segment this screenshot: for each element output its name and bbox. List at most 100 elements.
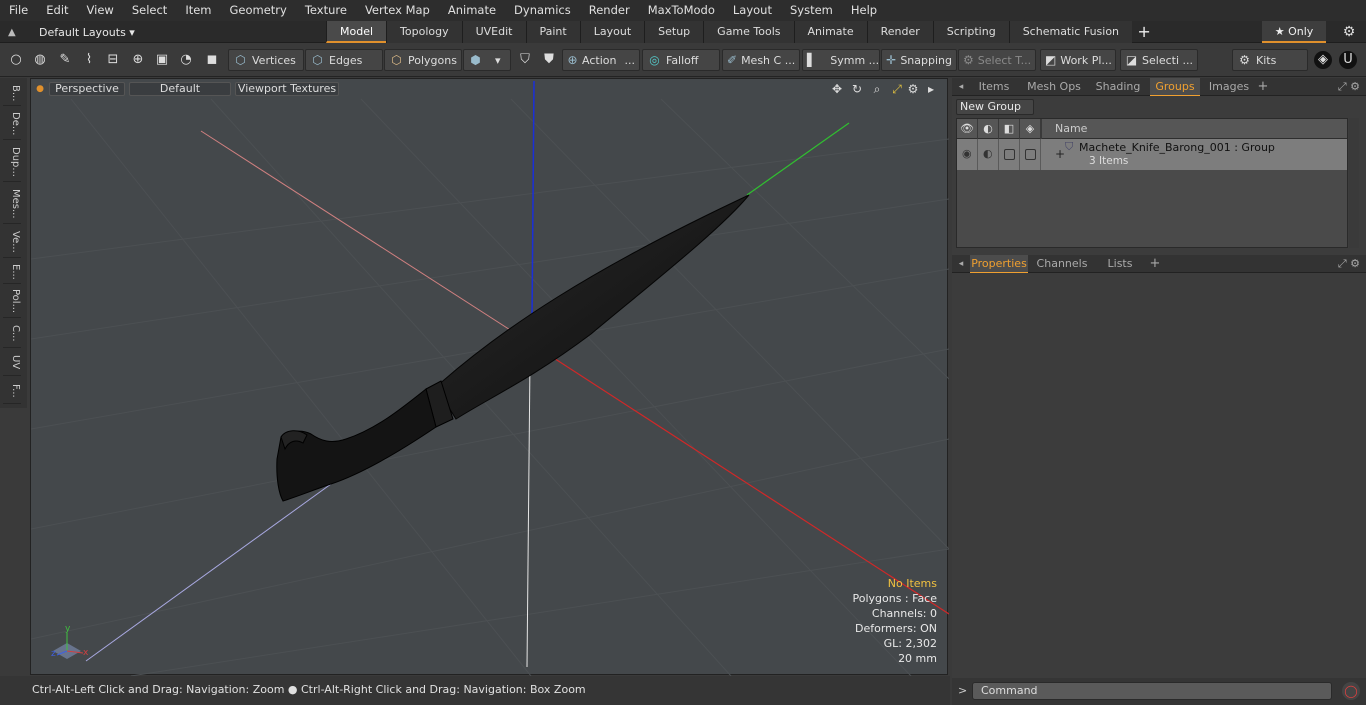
action-button[interactable]: ⊕ Action... [562, 49, 640, 71]
shield-check-icon[interactable]: ⛊ [540, 51, 558, 69]
machete-knife-model[interactable] [276, 194, 750, 502]
menu-animate[interactable]: Animate [439, 0, 505, 21]
panel-menu-icon[interactable]: ◂ [954, 78, 968, 96]
menu-maxtomodo[interactable]: MaxToModo [639, 0, 724, 21]
command-input[interactable]: Command [972, 682, 1332, 700]
cube-icon[interactable]: ◼ [203, 51, 221, 69]
left-tab-vertex[interactable]: Ve... [3, 226, 21, 258]
select-through-button[interactable]: ⚙ Select T... [958, 49, 1036, 71]
menu-vertex-map[interactable]: Vertex Map [356, 0, 439, 21]
lock-icon[interactable]: ◧ [999, 119, 1020, 139]
expand-row-icon[interactable]: + [1055, 147, 1065, 161]
tab-uvedit[interactable]: UVEdit [461, 21, 526, 43]
select-cube-icon[interactable]: ◈ [1020, 119, 1041, 139]
tab-render[interactable]: Render [866, 21, 933, 43]
tab-paint[interactable]: Paint [525, 21, 580, 43]
menu-render[interactable]: Render [580, 0, 639, 21]
shading-mode-button[interactable]: Default [129, 82, 231, 96]
menu-item[interactable]: Item [176, 0, 220, 21]
left-tab-uv[interactable]: UV [3, 350, 21, 376]
perspective-view-button[interactable]: Perspective [49, 82, 125, 96]
menu-help[interactable]: Help [842, 0, 886, 21]
knife-blade[interactable] [435, 194, 750, 420]
record-icon[interactable]: ◯ [1342, 682, 1360, 700]
tab-game-tools[interactable]: Game Tools [703, 21, 794, 43]
add-panel-tab-button[interactable]: + [1256, 78, 1270, 96]
move-icon[interactable]: ✥ [829, 81, 845, 97]
row-select-checkbox[interactable] [1020, 139, 1041, 170]
circle-select-icon[interactable]: ○ [7, 51, 25, 69]
menu-texture[interactable]: Texture [296, 0, 356, 21]
menu-geometry[interactable]: Geometry [221, 0, 296, 21]
pen-icon[interactable]: ✎ [56, 51, 74, 69]
menu-dynamics[interactable]: Dynamics [505, 0, 580, 21]
square-icon[interactable]: ▣ [153, 51, 171, 69]
menu-view[interactable]: View [78, 0, 123, 21]
maximize-icon[interactable]: ⤢ [889, 81, 905, 97]
tab-shading[interactable]: Shading [1090, 78, 1146, 96]
zoom-icon[interactable]: ⌕ [869, 81, 885, 97]
edges-button[interactable]: ⬡ Edges [305, 49, 383, 71]
viewport-textures-button[interactable]: Viewport Textures [235, 82, 339, 96]
viewport-gear-icon[interactable]: ⚙ [905, 81, 921, 97]
material-dropdown[interactable]: ⬢ ▾ [463, 49, 511, 71]
panel-expand-icon[interactable]: ⤢ ⚙ [1338, 78, 1360, 96]
groups-scrollbar[interactable] [1349, 118, 1359, 248]
left-tab-polygon[interactable]: Pol... [3, 286, 21, 318]
row-eye-toggle[interactable]: ◉ [957, 139, 978, 170]
align-icon[interactable]: ⊟ [104, 51, 122, 69]
unity-icon[interactable]: ◈ [1314, 51, 1332, 69]
dial-icon[interactable]: ◔ [177, 51, 195, 69]
bottom-panel-expand-icon[interactable]: ⤢ ⚙ [1338, 255, 1360, 273]
shield-icon[interactable]: ⛉ [516, 51, 534, 69]
menu-system[interactable]: System [781, 0, 842, 21]
row-lock-checkbox[interactable] [999, 139, 1020, 170]
tab-topology[interactable]: Topology [386, 21, 462, 43]
brush-icon[interactable]: ⌇ [80, 51, 98, 69]
menu-select[interactable]: Select [123, 0, 176, 21]
group-row[interactable]: ◉ ◐ + ⛉ Machete_Knife_Barong_001 : Group… [957, 139, 1347, 170]
snapping-button[interactable]: ✛ Snapping [881, 49, 957, 71]
tab-animate[interactable]: Animate [793, 21, 867, 43]
polygons-button[interactable]: ⬡ Polygons [384, 49, 462, 71]
tab-properties[interactable]: Properties [970, 255, 1028, 273]
left-tab-mesh-edit[interactable]: Mes... [3, 184, 21, 224]
left-tab-duplicate[interactable]: Dup... [3, 142, 21, 182]
globe-icon[interactable]: ◍ [31, 51, 49, 69]
falloff-button[interactable]: ◎ Falloff [642, 49, 720, 71]
left-tab-curve[interactable]: C... [3, 320, 21, 348]
row-render-toggle[interactable]: ◐ [978, 139, 999, 170]
menu-edit[interactable]: Edit [37, 0, 77, 21]
only-button[interactable]: ★ Only [1262, 21, 1326, 43]
viewport-dot-icon[interactable]: ● [32, 81, 48, 97]
selection-sets-button[interactable]: ◪ Selecti ... [1120, 49, 1198, 71]
left-tab-deform[interactable]: De... [3, 108, 21, 140]
default-layouts-dropdown[interactable]: ▲ Default Layouts ▾ [0, 21, 135, 43]
tab-lists[interactable]: Lists [1094, 255, 1146, 273]
tab-items[interactable]: Items [972, 78, 1016, 96]
vertices-button[interactable]: ⬡ Vertices [228, 49, 304, 71]
add-tab-button[interactable]: + [1132, 21, 1156, 43]
unreal-icon[interactable]: U [1339, 51, 1357, 69]
new-group-button[interactable]: New Group [956, 99, 1034, 115]
tab-layout[interactable]: Layout [579, 21, 645, 43]
gear-icon[interactable]: ⚙ [1338, 21, 1360, 43]
knife-handle[interactable] [276, 388, 437, 502]
tab-mesh-ops[interactable]: Mesh Ops [1022, 78, 1086, 96]
visibility-eye-icon[interactable]: 👁 [957, 119, 978, 139]
viewport-arrow-icon[interactable]: ▸ [923, 81, 939, 97]
bottom-panel-menu-icon[interactable]: ◂ [954, 255, 968, 273]
tab-scripting[interactable]: Scripting [932, 21, 1009, 43]
mesh-constraints-button[interactable]: ✐ Mesh C ... [722, 49, 800, 71]
3d-viewport[interactable]: y z x ● Perspective Default Viewport Tex… [30, 78, 949, 676]
kits-button[interactable]: ⚙ Kits [1232, 49, 1308, 71]
workplane-button[interactable]: ◩ Work Pl... [1040, 49, 1116, 71]
tab-channels[interactable]: Channels [1034, 255, 1090, 273]
menu-file[interactable]: File [0, 0, 37, 21]
menu-layout[interactable]: Layout [724, 0, 781, 21]
left-tab-basic[interactable]: B... [3, 82, 21, 106]
symmetry-button[interactable]: ▌ Symm ... [802, 49, 880, 71]
left-tab-fusion[interactable]: F... [3, 378, 21, 404]
name-column-header[interactable]: Name [1055, 122, 1087, 135]
render-icon[interactable]: ◐ [978, 119, 999, 139]
